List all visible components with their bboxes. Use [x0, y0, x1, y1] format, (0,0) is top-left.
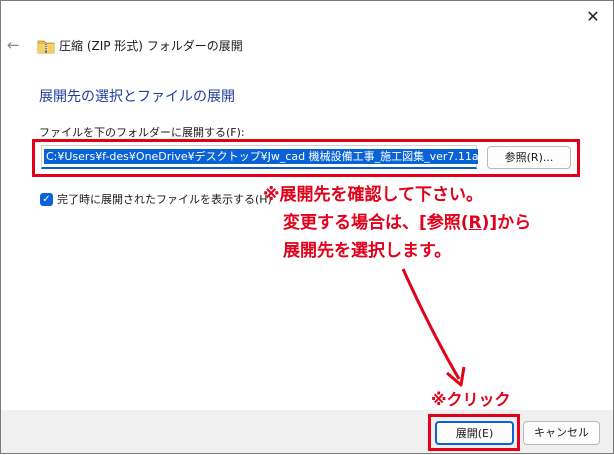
dialog-footer [1, 410, 613, 453]
cancel-button[interactable]: キャンセル [523, 421, 600, 445]
extract-button[interactable]: 展開(E) [435, 421, 514, 445]
click-note: ※クリック [431, 390, 511, 409]
extract-wizard-window: ✕ ← 圧縮 (ZIP 形式) フォルダーの展開 展開先の選択とファイルの展開 … [0, 0, 614, 454]
arrow-icon [401, 268, 466, 387]
